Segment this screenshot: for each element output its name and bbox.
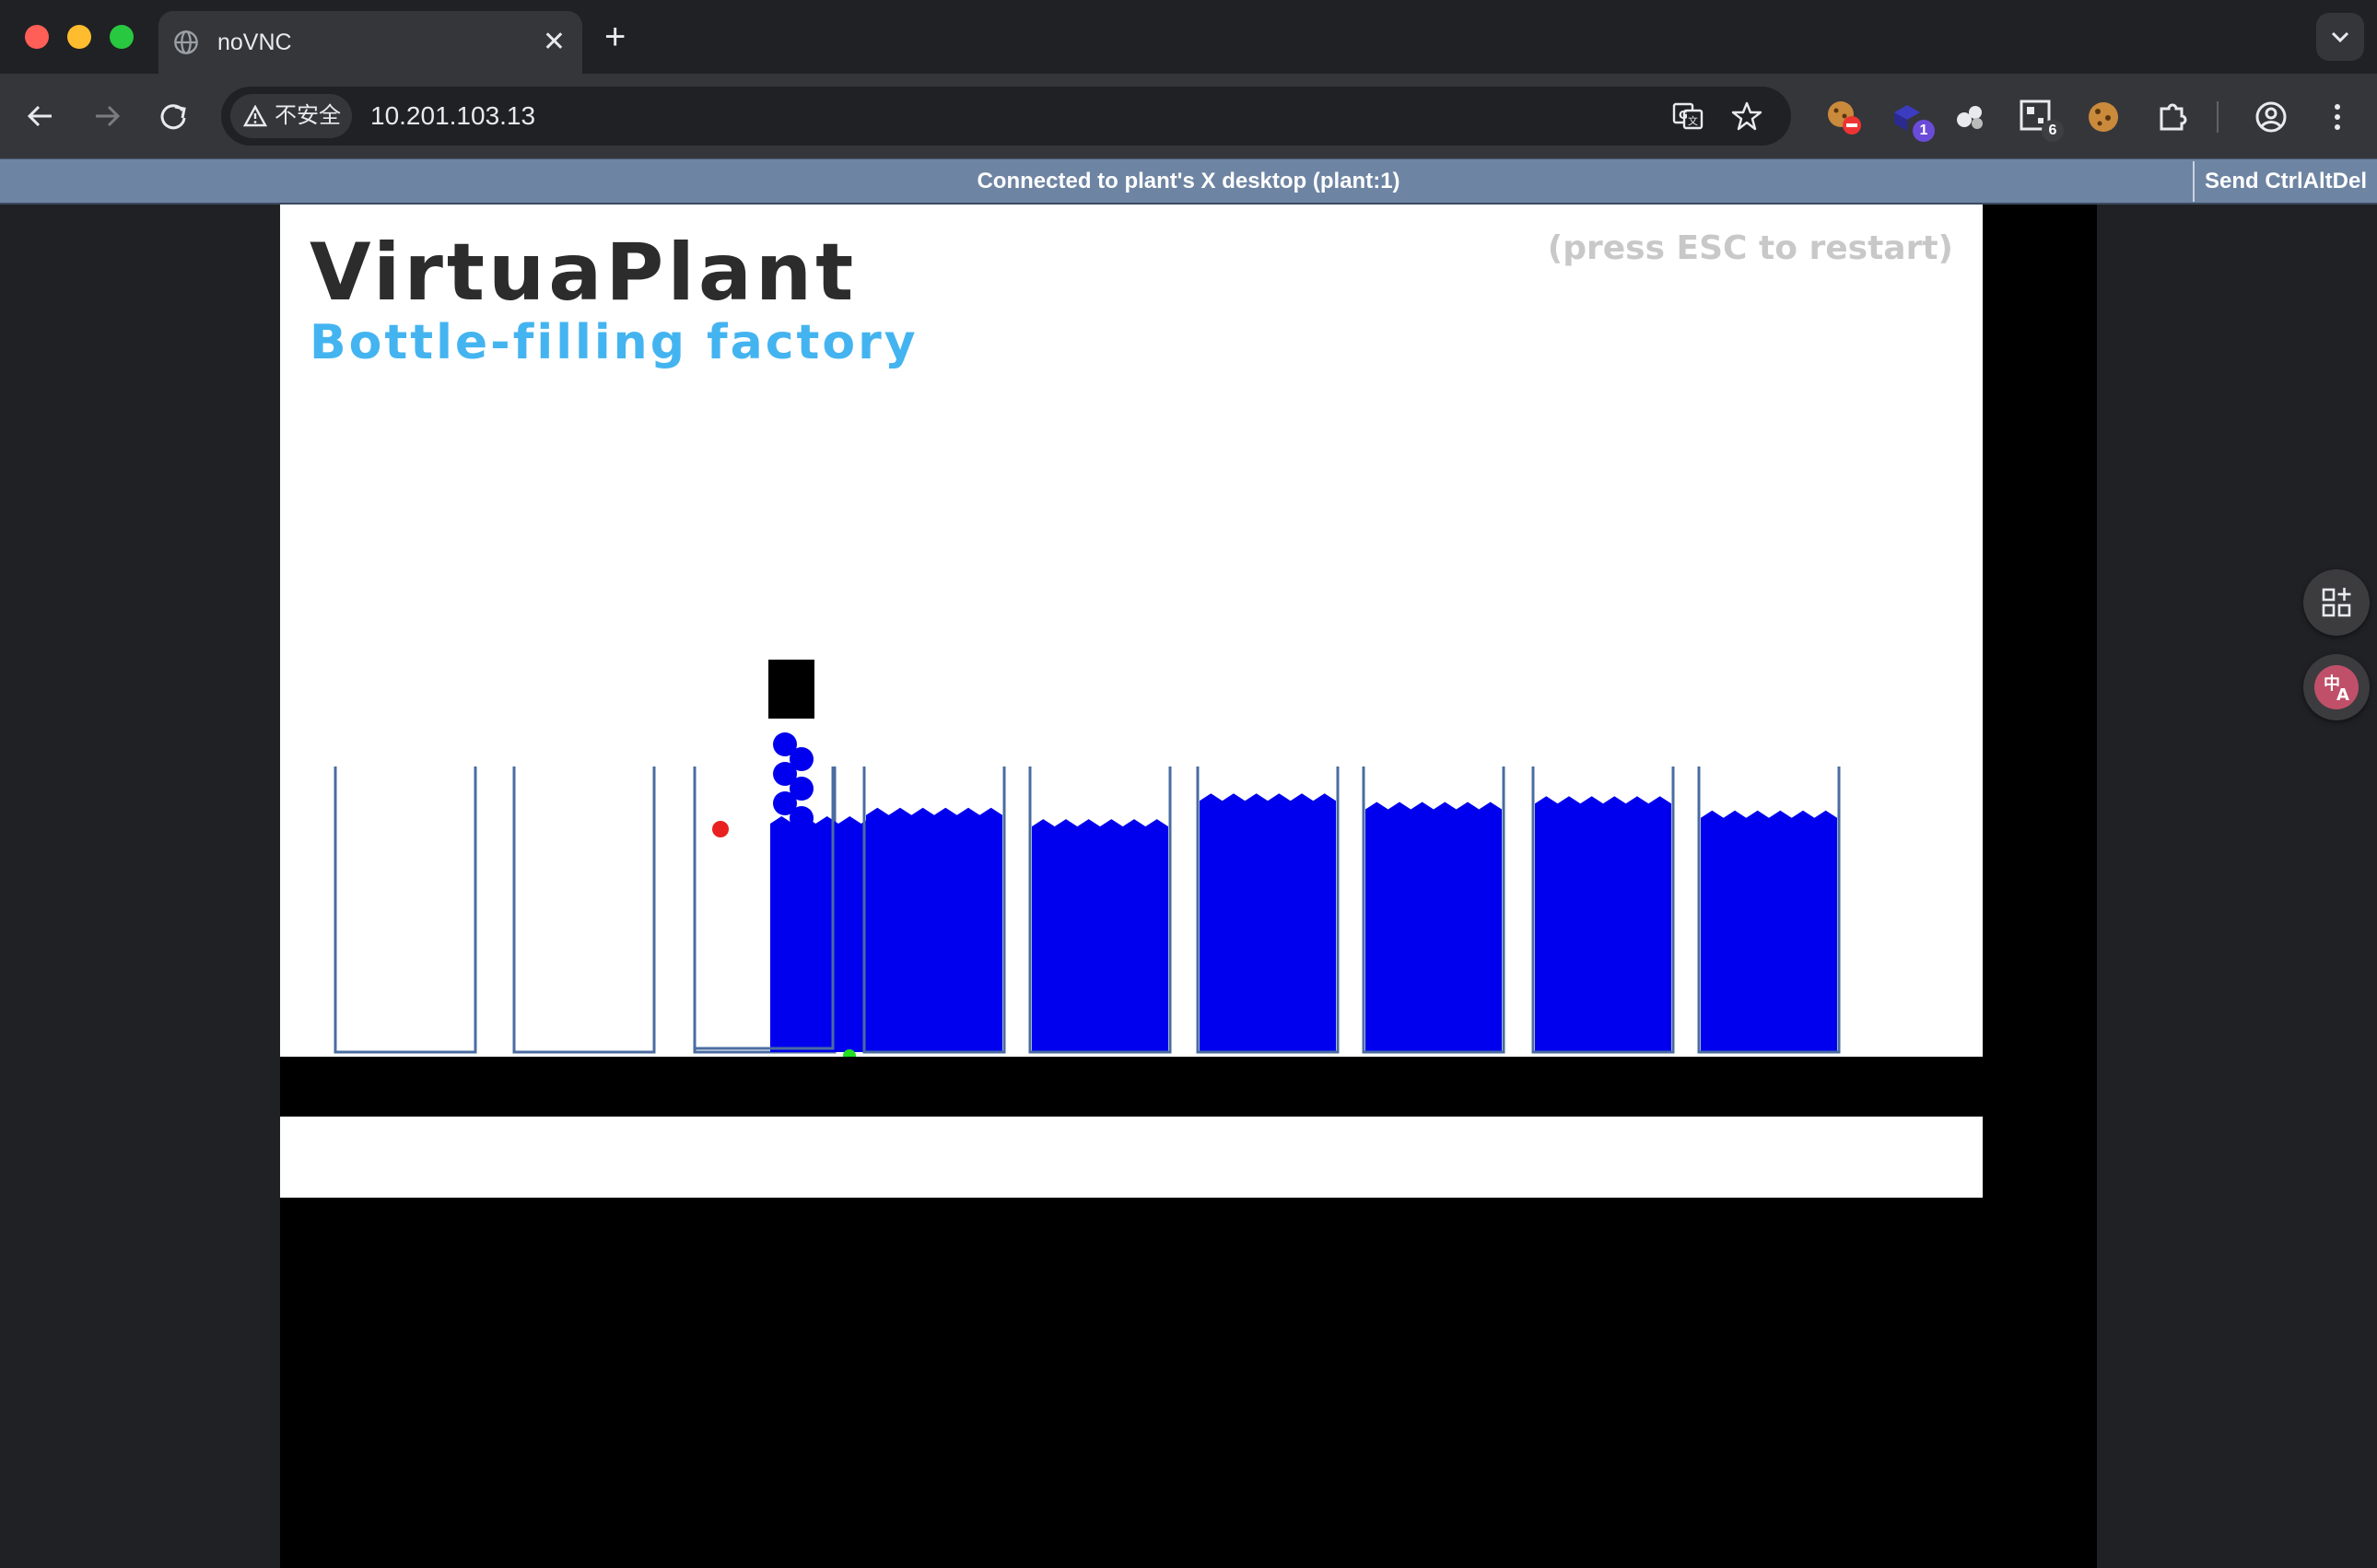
extensions-puzzle-icon[interactable] xyxy=(2152,98,2191,136)
svg-text:G: G xyxy=(1679,109,1688,122)
maximize-window-button[interactable] xyxy=(110,25,134,49)
vnc-status-bar: Connected to plant's X desktop (plant:1)… xyxy=(0,158,2377,205)
liquid-surface xyxy=(1535,796,1671,810)
cookie-extension-icon[interactable] xyxy=(2084,98,2123,136)
more-menu-icon[interactable] xyxy=(2318,98,2357,136)
filling-nozzle xyxy=(768,660,814,719)
bottle-scene xyxy=(334,660,1841,1057)
translate-icon[interactable]: G 文 xyxy=(1671,99,1704,133)
qr-extension-icon[interactable]: 6 xyxy=(2018,98,2064,142)
send-ctrl-alt-del-button[interactable]: Send CtrlAltDel xyxy=(2193,161,2377,202)
forward-arrow-icon[interactable] xyxy=(85,94,129,138)
security-label: 不安全 xyxy=(275,103,341,128)
bottle-outline xyxy=(334,766,477,1054)
connection-status: Connected to plant's X desktop (plant:1) xyxy=(977,169,1400,193)
warning-icon xyxy=(243,105,267,127)
translate-zh-icon: 中 A xyxy=(2314,665,2359,709)
sidebar-apps-button[interactable] xyxy=(2303,569,2370,636)
liquid-surface xyxy=(1032,819,1168,833)
address-bar[interactable]: 不安全 10.201.103.13 G 文 xyxy=(221,87,1791,146)
liquid-surface xyxy=(1365,802,1502,815)
bubbles-extension-icon[interactable] xyxy=(1951,98,1990,136)
globe-icon xyxy=(174,30,198,54)
security-chip[interactable]: 不安全 xyxy=(230,94,352,138)
profile-icon[interactable] xyxy=(2252,98,2290,136)
bottle-liquid xyxy=(1200,801,1336,1052)
browser-toolbar: 不安全 10.201.103.13 G 文 1 6 xyxy=(0,74,2377,158)
extension-badge: 1 xyxy=(1913,120,1935,142)
close-window-button[interactable] xyxy=(25,25,49,49)
extension-badge: 6 xyxy=(2042,120,2064,142)
plant-lower-panel xyxy=(280,1117,1983,1198)
tab-bar: noVNC ✕ + xyxy=(0,0,2377,74)
bottle-liquid xyxy=(866,814,1002,1052)
level-sensor-red xyxy=(712,821,729,837)
back-arrow-icon[interactable] xyxy=(18,94,63,138)
url-text[interactable]: 10.201.103.13 xyxy=(370,87,535,146)
bookmark-star-icon[interactable] xyxy=(1730,99,1763,133)
svg-text:A: A xyxy=(2336,685,2349,705)
bottle-liquid xyxy=(1365,809,1502,1052)
liquid-surface xyxy=(1200,793,1336,807)
liquid-surface xyxy=(1701,810,1837,824)
reload-icon[interactable] xyxy=(151,94,195,138)
svg-text:文: 文 xyxy=(1688,114,1698,127)
bottle-liquid xyxy=(1701,817,1837,1052)
puzzle-extension-1-icon[interactable]: 1 xyxy=(1889,98,1935,142)
tab-novnc[interactable]: noVNC ✕ xyxy=(158,11,582,74)
toolbar-separator xyxy=(2217,101,2219,133)
minimize-window-button[interactable] xyxy=(67,25,91,49)
close-tab-icon[interactable]: ✕ xyxy=(543,26,566,59)
cookie-blocker-extension-icon[interactable] xyxy=(1824,98,1863,136)
liquid-surface xyxy=(866,807,1002,821)
apps-icon xyxy=(2322,588,2351,617)
sidebar-translate-button[interactable]: 中 A xyxy=(2303,654,2370,720)
bottle-liquid xyxy=(1032,826,1168,1052)
new-tab-button[interactable]: + xyxy=(604,17,626,57)
tab-title: noVNC xyxy=(217,29,292,55)
bottle-outline xyxy=(512,766,656,1054)
vnc-canvas-area[interactable]: VirtuaPlant Bottle-filling factory (pres… xyxy=(0,205,2377,1568)
bottle-liquid xyxy=(1535,803,1671,1052)
tab-search-button[interactable] xyxy=(2316,13,2364,61)
liquid-stream-drop xyxy=(790,895,814,919)
chevron-down-icon xyxy=(2331,31,2349,43)
